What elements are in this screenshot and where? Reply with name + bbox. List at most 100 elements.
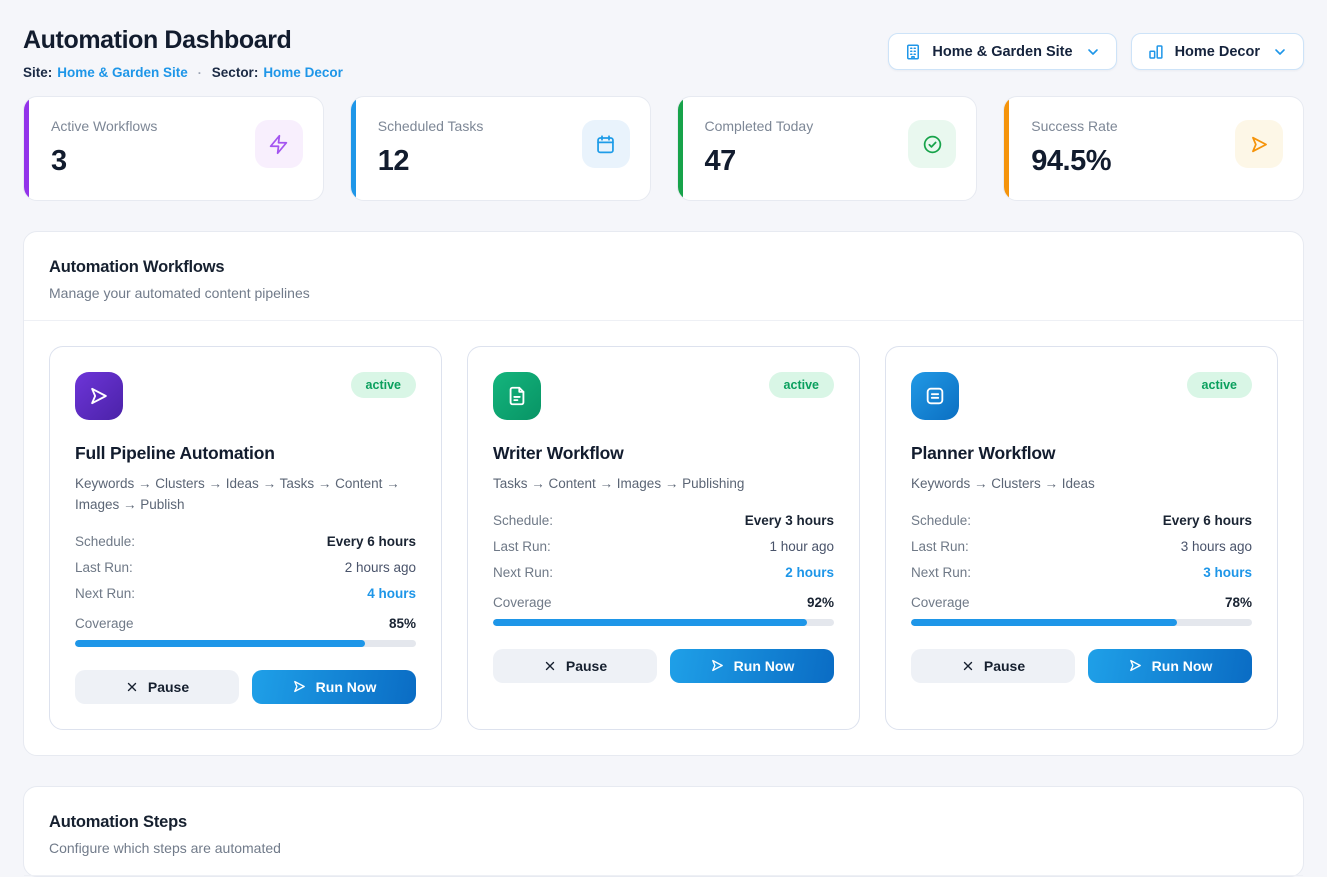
title-block: Automation Dashboard Site: Home & Garden… (23, 24, 343, 80)
topbar: Automation Dashboard Site: Home & Garden… (23, 24, 1304, 80)
section-title: Automation Workflows (49, 258, 1278, 277)
run-now-label: Run Now (316, 679, 377, 695)
workflow-card-grid: active Full Pipeline Automation Keywords… (24, 321, 1303, 755)
coverage-progress-bar (911, 619, 1252, 626)
run-now-button[interactable]: Run Now (1088, 649, 1252, 683)
status-badge: active (769, 372, 834, 398)
pause-button[interactable]: Pause (75, 670, 239, 704)
workflow-actions: Pause Run Now (911, 649, 1252, 683)
pause-label: Pause (984, 658, 1025, 674)
last-run-label: Last Run: (493, 539, 551, 554)
next-run-row: Next Run: 2 hours (493, 565, 834, 580)
automation-steps-section: Automation Steps Configure which steps a… (23, 786, 1304, 877)
last-run-row: Last Run: 2 hours ago (75, 560, 416, 575)
last-run-row: Last Run: 3 hours ago (911, 539, 1252, 554)
next-run-row: Next Run: 4 hours (75, 586, 416, 601)
sector-link[interactable]: Home Decor (263, 65, 343, 80)
stat-label: Completed Today (705, 118, 814, 134)
pause-button[interactable]: Pause (911, 649, 1075, 683)
schedule-row: Schedule: Every 6 hours (911, 513, 1252, 528)
send-icon (1128, 658, 1143, 673)
status-badge: active (1187, 372, 1252, 398)
coverage-progress-fill (493, 619, 807, 626)
last-run-value: 2 hours ago (345, 560, 416, 575)
pause-button[interactable]: Pause (493, 649, 657, 683)
workflow-card-planner: active Planner Workflow Keywords → Clust… (885, 346, 1278, 730)
section-subtitle: Configure which steps are automated (49, 840, 1278, 856)
section-subtitle: Manage your automated content pipelines (49, 285, 1278, 301)
sector-selector-label: Home Decor (1175, 44, 1260, 60)
pause-label: Pause (566, 658, 607, 674)
stat-card-success-rate: Success Rate 94.5% (1003, 96, 1304, 201)
steps-section-header: Automation Steps Configure which steps a… (24, 787, 1303, 876)
last-run-value: 1 hour ago (769, 539, 834, 554)
selector-group: Home & Garden Site Home Decor (888, 33, 1304, 70)
workflow-card-top: active (75, 372, 416, 420)
stat-text: Completed Today 47 (705, 118, 814, 178)
site-link[interactable]: Home & Garden Site (57, 65, 188, 80)
workflow-card-top: active (493, 372, 834, 420)
stat-value: 94.5% (1031, 145, 1117, 178)
file-text-icon (493, 372, 541, 420)
check-circle-icon (908, 120, 956, 168)
workflow-pipeline: Tasks → Content → Images → Publishing (493, 474, 834, 495)
run-now-button[interactable]: Run Now (252, 670, 416, 704)
schedule-value: Every 6 hours (327, 534, 416, 549)
workflow-meta: Schedule: Every 3 hours Last Run: 1 hour… (493, 513, 834, 580)
coverage-block: Coverage 92% (493, 595, 834, 626)
send-icon (75, 372, 123, 420)
x-icon (543, 659, 557, 673)
schedule-row: Schedule: Every 3 hours (493, 513, 834, 528)
coverage-value: 92% (807, 595, 834, 610)
last-run-label: Last Run: (75, 560, 133, 575)
workflow-pipeline: Keywords → Clusters → Ideas → Tasks → Co… (75, 474, 416, 516)
run-now-label: Run Now (1152, 658, 1213, 674)
next-run-value: 2 hours (785, 565, 834, 580)
next-run-value: 3 hours (1203, 565, 1252, 580)
workflow-title: Writer Workflow (493, 443, 834, 464)
workflow-actions: Pause Run Now (493, 649, 834, 683)
site-selector-dropdown[interactable]: Home & Garden Site (888, 33, 1116, 70)
building-icon (904, 43, 922, 61)
next-run-label: Next Run: (493, 565, 553, 580)
coverage-progress-fill (911, 619, 1177, 626)
workflow-pipeline: Keywords → Clusters → Ideas (911, 474, 1252, 495)
coverage-block: Coverage 78% (911, 595, 1252, 626)
run-now-button[interactable]: Run Now (670, 649, 834, 683)
coverage-label: Coverage (75, 616, 134, 631)
coverage-value: 78% (1225, 595, 1252, 610)
sector-selector-dropdown[interactable]: Home Decor (1131, 33, 1304, 70)
next-run-value: 4 hours (367, 586, 416, 601)
stat-card-active-workflows: Active Workflows 3 (23, 96, 324, 201)
stat-label: Success Rate (1031, 118, 1117, 134)
pause-label: Pause (148, 679, 189, 695)
section-title: Automation Steps (49, 813, 1278, 832)
send-icon (1235, 120, 1283, 168)
stat-value: 12 (378, 145, 484, 178)
workflows-section-header: Automation Workflows Manage your automat… (24, 232, 1303, 321)
next-run-row: Next Run: 3 hours (911, 565, 1252, 580)
stat-value: 3 (51, 145, 157, 178)
last-run-value: 3 hours ago (1181, 539, 1252, 554)
workflow-title: Full Pipeline Automation (75, 443, 416, 464)
stat-text: Active Workflows 3 (51, 118, 157, 178)
workflow-card-full-pipeline: active Full Pipeline Automation Keywords… (49, 346, 442, 730)
schedule-label: Schedule: (911, 513, 971, 528)
stat-text: Scheduled Tasks 12 (378, 118, 484, 178)
stat-label: Active Workflows (51, 118, 157, 134)
automation-dashboard-page: Automation Dashboard Site: Home & Garden… (0, 0, 1327, 877)
coverage-progress-bar (75, 640, 416, 647)
stats-row: Active Workflows 3 Scheduled Tasks 12 Co… (23, 96, 1304, 201)
coverage-progress-bar (493, 619, 834, 626)
workflow-card-top: active (911, 372, 1252, 420)
next-run-label: Next Run: (75, 586, 135, 601)
chevron-down-icon (1272, 44, 1288, 60)
stat-value: 47 (705, 145, 814, 178)
coverage-row: Coverage 78% (911, 595, 1252, 610)
workflow-actions: Pause Run Now (75, 670, 416, 704)
schedule-value: Every 3 hours (745, 513, 834, 528)
send-icon (710, 658, 725, 673)
stat-text: Success Rate 94.5% (1031, 118, 1117, 178)
list-icon (911, 372, 959, 420)
site-selector-label: Home & Garden Site (932, 44, 1072, 60)
